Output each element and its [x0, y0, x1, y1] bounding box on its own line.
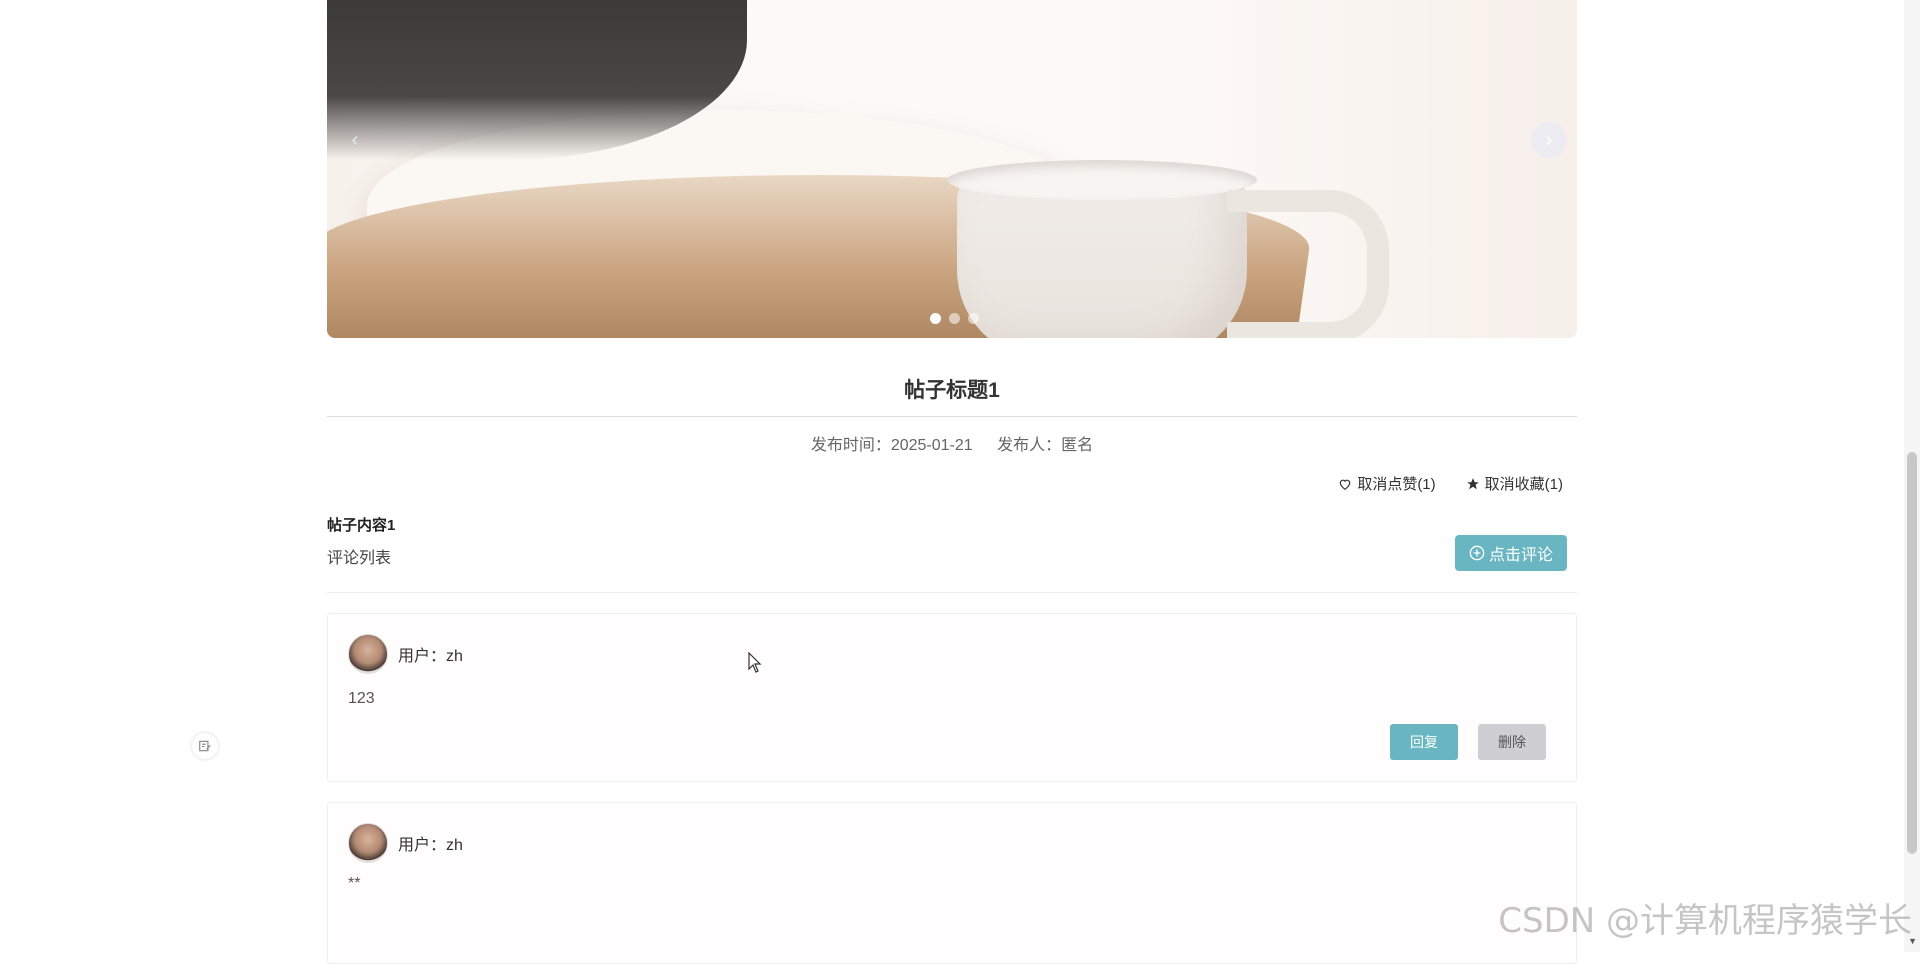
edit-note-icon[interactable]	[192, 733, 218, 759]
avatar	[348, 634, 388, 674]
page-scrollbar[interactable]: ▼	[1904, 0, 1920, 952]
unfavorite-label: 取消收藏(1)	[1484, 476, 1563, 493]
post-meta: 发布时间：2025-01-21 发布人：匿名	[327, 431, 1577, 455]
carousel-image-cup-handle	[1227, 190, 1389, 338]
publish-time: 发布时间：2025-01-21	[810, 437, 973, 454]
comment-user: 用户：zh	[348, 634, 463, 674]
plus-circle-icon	[1469, 545, 1485, 561]
section-divider	[327, 592, 1577, 593]
title-divider	[327, 416, 1577, 417]
post-title: 帖子标题1	[904, 379, 1000, 402]
carousel-dot-2[interactable]	[949, 313, 960, 324]
heart-icon	[1340, 479, 1351, 490]
carousel-image-cup-rim	[947, 160, 1257, 200]
post-actions: 取消点赞(1) 取消收藏(1)	[1338, 473, 1563, 494]
comment-list-heading: 评论列表	[327, 550, 392, 567]
comment-item: 用户：zh **	[327, 802, 1577, 964]
post-content: 帖子内容1	[327, 517, 396, 534]
unlike-label: 取消点赞(1)	[1357, 476, 1436, 493]
unlike-button[interactable]: 取消点赞(1)	[1338, 473, 1436, 494]
unfavorite-button[interactable]: 取消收藏(1)	[1466, 473, 1563, 494]
comment-user: 用户：zh	[348, 823, 463, 863]
carousel-prev-button[interactable]: ‹	[337, 122, 373, 158]
add-comment-label: 点击评论	[1488, 547, 1553, 564]
carousel-indicators	[930, 313, 979, 324]
comment-item: 用户：zh 123 回复 删除	[327, 613, 1577, 782]
main-content: ‹ › 帖子标题1 发布时间：2025-01-21 发布人：匿名 取消点赞(1)…	[327, 0, 1577, 964]
comment-text: 123	[348, 690, 375, 707]
mouse-cursor-icon	[748, 652, 762, 673]
add-comment-button[interactable]: 点击评论	[1455, 535, 1567, 571]
delete-button[interactable]: 删除	[1478, 724, 1546, 760]
comment-username: 用户：zh	[398, 648, 463, 665]
comment-username: 用户：zh	[398, 837, 463, 854]
watermark: CSDN @计算机程序猿学长	[1498, 901, 1912, 941]
carousel-next-button[interactable]: ›	[1531, 122, 1567, 158]
carousel-dot-1[interactable]	[930, 313, 941, 324]
carousel-dot-3[interactable]	[968, 313, 979, 324]
star-icon	[1466, 477, 1479, 489]
reply-button[interactable]: 回复	[1390, 724, 1458, 760]
scrollbar-thumb[interactable]	[1907, 452, 1917, 854]
banner-carousel[interactable]: ‹ ›	[327, 0, 1577, 338]
comment-text: **	[348, 875, 361, 892]
avatar	[348, 823, 388, 863]
publisher: 发布人：匿名	[997, 437, 1094, 454]
